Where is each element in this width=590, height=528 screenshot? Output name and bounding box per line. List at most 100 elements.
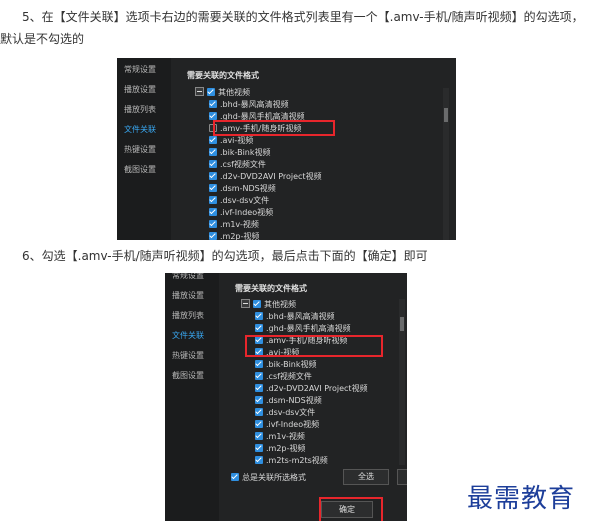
format-item[interactable]: .m1v-视频 bbox=[209, 219, 322, 231]
checkbox-icon[interactable] bbox=[207, 87, 215, 96]
format-item[interactable]: .dsv-dsv文件 bbox=[255, 407, 368, 419]
sidebar-item-hotkeys[interactable]: 热键设置 bbox=[165, 346, 219, 366]
format-item[interactable]: .ivf-Indeo视频 bbox=[255, 419, 368, 431]
collapse-icon[interactable] bbox=[195, 87, 204, 96]
checkbox-icon[interactable] bbox=[209, 147, 217, 156]
settings-sidebar: 常规设置 播放设置 播放列表 文件关联 热键设置 截图设置 bbox=[165, 273, 219, 521]
always-associate-label: 总是关联所选格式 bbox=[242, 473, 306, 482]
checkbox-icon[interactable] bbox=[209, 171, 217, 180]
checkbox-icon[interactable] bbox=[255, 419, 263, 428]
format-item[interactable]: .bik-Bink视频 bbox=[209, 147, 322, 159]
screenshot-after: 常规设置 播放设置 播放列表 文件关联 热键设置 截图设置 需要关联的文件格式 … bbox=[165, 273, 407, 521]
format-item[interactable]: .m2p-视频 bbox=[209, 231, 322, 240]
format-item-label: .m2ts-m2ts视频 bbox=[266, 456, 328, 465]
group-label: 其他视频 bbox=[218, 88, 250, 97]
scrollbar-thumb[interactable] bbox=[444, 108, 448, 122]
format-item[interactable]: .bhd-暴风高清视频 bbox=[255, 311, 368, 323]
more-button[interactable] bbox=[397, 469, 407, 485]
format-tree: 其他视频 .bhd-暴风高清视频 .ghd-暴风手机高清视频 .amv-手机/随身听… bbox=[195, 87, 322, 240]
format-item-label: .bhd-暴风高清视频 bbox=[266, 312, 335, 321]
select-all-button[interactable]: 全选 bbox=[343, 469, 389, 485]
scrollbar[interactable] bbox=[443, 88, 449, 240]
checkbox-icon[interactable] bbox=[209, 195, 217, 204]
checkbox-icon[interactable] bbox=[255, 431, 263, 440]
format-item-label: .m1v-视频 bbox=[220, 220, 259, 229]
settings-sidebar: 常规设置 播放设置 播放列表 文件关联 热键设置 截图设置 bbox=[117, 58, 171, 240]
format-item-label: .dsv-dsv文件 bbox=[220, 196, 270, 205]
format-item-label: .dsm-NDS视频 bbox=[266, 396, 322, 405]
format-item-label: .m2p-视频 bbox=[266, 444, 306, 453]
checkbox-icon[interactable] bbox=[255, 311, 263, 320]
group-row[interactable]: 其他视频 bbox=[195, 87, 322, 99]
sidebar-item-playlist[interactable]: 播放列表 bbox=[117, 100, 171, 120]
sidebar-item-playlist[interactable]: 播放列表 bbox=[165, 306, 219, 326]
format-item[interactable]: .ivf-Indeo视频 bbox=[209, 207, 322, 219]
highlight-box bbox=[213, 120, 335, 136]
format-item[interactable]: .bik-Bink视频 bbox=[255, 359, 368, 371]
checkbox-icon[interactable] bbox=[253, 299, 261, 308]
checkbox-icon[interactable] bbox=[255, 383, 263, 392]
format-item-label: .bik-Bink视频 bbox=[220, 148, 271, 157]
format-item[interactable]: .dsm-NDS视频 bbox=[255, 395, 368, 407]
checkbox-icon[interactable] bbox=[255, 371, 263, 380]
checkbox-icon[interactable] bbox=[255, 455, 263, 464]
format-item-label: .dsv-dsv文件 bbox=[266, 408, 316, 417]
highlight-box-option bbox=[245, 335, 383, 357]
sidebar-item-playback[interactable]: 播放设置 bbox=[117, 80, 171, 100]
format-tree: 其他视频 .bhd-暴风高清视频 .ghd-暴风手机高清视频 .amv-手机/随身听… bbox=[241, 299, 368, 467]
format-item[interactable]: .dsm-NDS视频 bbox=[209, 183, 322, 195]
checkbox-icon[interactable] bbox=[209, 183, 217, 192]
checkbox-icon[interactable] bbox=[209, 159, 217, 168]
checkbox-icon[interactable] bbox=[255, 359, 263, 368]
checkbox-icon[interactable] bbox=[231, 472, 239, 481]
format-item[interactable]: .d2v-DVD2AVI Project视频 bbox=[255, 383, 368, 395]
sidebar-item-file-association[interactable]: 文件关联 bbox=[117, 120, 171, 140]
group-row[interactable]: 其他视频 bbox=[241, 299, 368, 311]
format-item[interactable]: .avi-视频 bbox=[209, 135, 322, 147]
format-item[interactable]: .m1v-视频 bbox=[255, 431, 368, 443]
format-item[interactable]: .m2ts-m2ts视频 bbox=[255, 455, 368, 467]
sidebar-item-screenshot[interactable]: 截图设置 bbox=[165, 366, 219, 386]
panel-heading: 需要关联的文件格式 bbox=[235, 284, 307, 293]
checkbox-icon[interactable] bbox=[209, 135, 217, 144]
checkbox-icon[interactable] bbox=[209, 231, 217, 240]
format-item[interactable]: .m2p-视频 bbox=[255, 443, 368, 455]
checkbox-icon[interactable] bbox=[209, 207, 217, 216]
format-item[interactable]: .bhd-暴风高清视频 bbox=[209, 99, 322, 111]
sidebar-item-file-association[interactable]: 文件关联 bbox=[165, 326, 219, 346]
step5-text: 5、在【文件关联】选项卡右边的需要关联的文件格式列表里有一个【.amv-手机/随… bbox=[0, 10, 584, 46]
format-item[interactable]: .csf视频文件 bbox=[255, 371, 368, 383]
format-item-label: .csf视频文件 bbox=[220, 160, 266, 169]
always-associate-row[interactable]: 总是关联所选格式 bbox=[231, 472, 306, 483]
format-item-label: .d2v-DVD2AVI Project视频 bbox=[266, 384, 368, 393]
format-item-label: .ivf-Indeo视频 bbox=[266, 420, 320, 429]
checkbox-icon[interactable] bbox=[209, 219, 217, 228]
format-item[interactable]: .csf视频文件 bbox=[209, 159, 322, 171]
checkbox-icon[interactable] bbox=[209, 111, 217, 120]
sidebar-item-playback[interactable]: 播放设置 bbox=[165, 286, 219, 306]
format-item-label: .m2p-视频 bbox=[220, 232, 260, 240]
checkbox-icon[interactable] bbox=[209, 99, 217, 108]
checkbox-icon[interactable] bbox=[255, 323, 263, 332]
sidebar-item-screenshot[interactable]: 截图设置 bbox=[117, 160, 171, 180]
highlight-box-confirm bbox=[319, 497, 383, 521]
collapse-icon[interactable] bbox=[241, 299, 250, 308]
format-item-label: .avi-视频 bbox=[220, 136, 254, 145]
sidebar-item-general[interactable]: 常规设置 bbox=[117, 60, 171, 80]
watermark-logo: 最需教育 bbox=[467, 484, 576, 514]
format-item-label: .ivf-Indeo视频 bbox=[220, 208, 274, 217]
checkbox-icon[interactable] bbox=[255, 395, 263, 404]
sidebar-item-hotkeys[interactable]: 热键设置 bbox=[117, 140, 171, 160]
group-label: 其他视频 bbox=[264, 300, 296, 309]
format-item[interactable]: .d2v-DVD2AVI Project视频 bbox=[209, 171, 322, 183]
scrollbar[interactable] bbox=[399, 299, 405, 465]
format-item[interactable]: .ghd-暴风手机高清视频 bbox=[255, 323, 368, 335]
scrollbar-thumb[interactable] bbox=[400, 317, 404, 331]
format-item-label: .m1v-视频 bbox=[266, 432, 305, 441]
step6-text: 6、勾选【.amv-手机/随声听视频】的勾选项，最后点击下面的【确定】即可 bbox=[22, 249, 428, 263]
checkbox-icon[interactable] bbox=[255, 443, 263, 452]
format-item[interactable]: .dsv-dsv文件 bbox=[209, 195, 322, 207]
format-item-label: .csf视频文件 bbox=[266, 372, 312, 381]
sidebar-item-general[interactable]: 常规设置 bbox=[165, 273, 219, 286]
checkbox-icon[interactable] bbox=[255, 407, 263, 416]
